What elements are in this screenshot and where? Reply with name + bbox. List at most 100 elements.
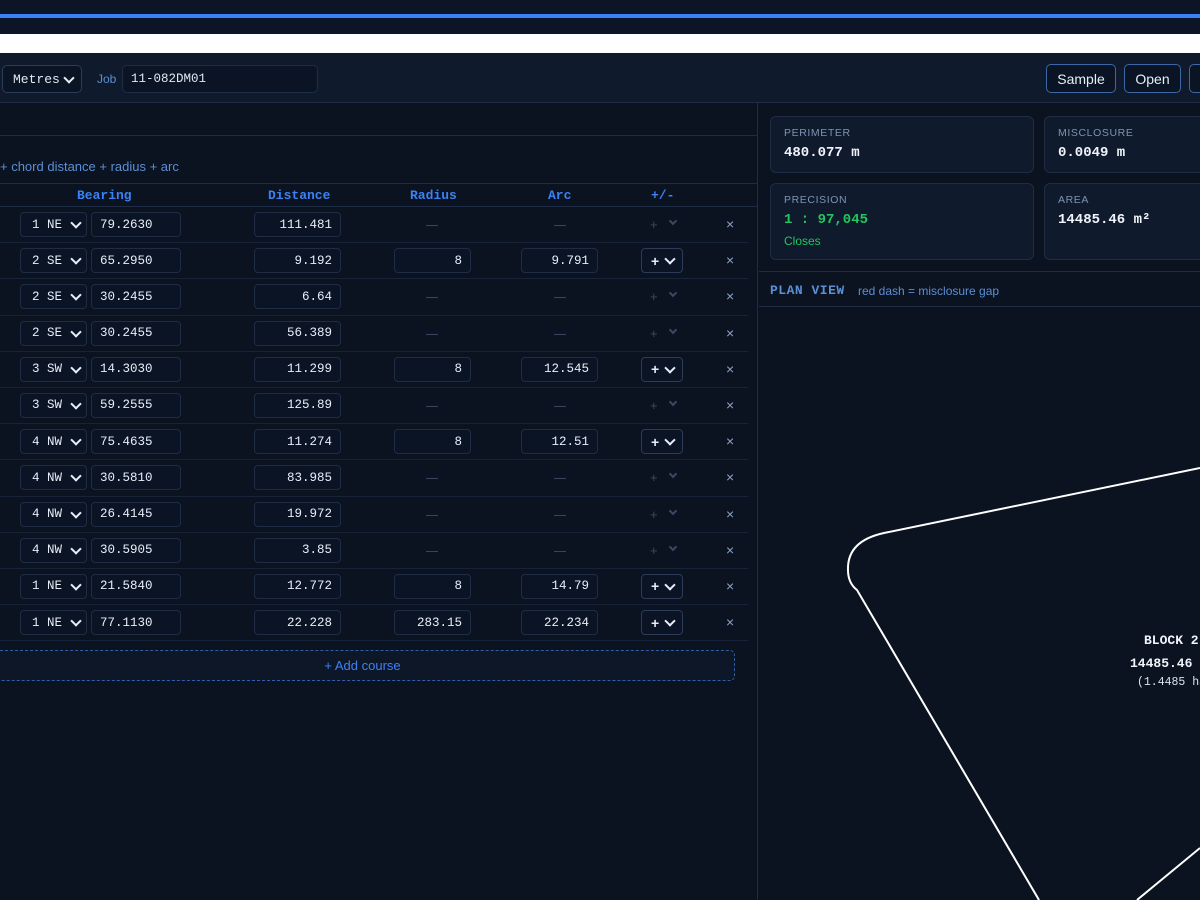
chevron-down-icon (70, 543, 82, 555)
curve-direction-select[interactable]: + (641, 248, 683, 274)
radius-empty (426, 297, 438, 299)
bearing-input[interactable]: 77.1130 (91, 610, 181, 636)
quadrant-select[interactable]: 4 NW (20, 429, 87, 455)
delete-row-button[interactable]: × (726, 506, 734, 522)
distance-input[interactable]: 6.64 (254, 284, 341, 310)
delete-row-button[interactable]: × (726, 614, 734, 630)
delete-row-button[interactable]: × (726, 325, 734, 341)
quadrant-select[interactable]: 1 NE (20, 610, 87, 636)
delete-row-button[interactable]: × (726, 433, 734, 449)
add-course-button[interactable]: + Add course (0, 650, 735, 681)
bearing-input[interactable]: 14.3030 (91, 356, 181, 382)
traverse-panel: + chord distance + radius + arc Bearing … (0, 103, 758, 900)
bearing-input[interactable]: 30.5905 (91, 537, 181, 563)
bearing-input[interactable]: 21.5840 (91, 573, 181, 599)
chevron-down-icon (70, 434, 82, 446)
distance-input[interactable]: 111.481 (254, 212, 341, 237)
chevron-down-icon (668, 325, 678, 334)
radius-input[interactable]: 8 (394, 356, 471, 382)
curve-direction-placeholder: + (650, 289, 658, 305)
distance-input[interactable]: 3.85 (254, 537, 341, 563)
chevron-down-icon (70, 362, 82, 374)
bearing-input[interactable]: 65.2950 (91, 248, 181, 274)
browser-top-bar (0, 0, 1200, 34)
quadrant-select[interactable]: 1 NE (20, 573, 87, 599)
delete-row-button[interactable]: × (726, 469, 734, 485)
chevron-down-icon (70, 615, 82, 627)
chevron-down-icon (70, 325, 82, 338)
table-row: 1 NE 21.5840 12.772 8 14.79 + × (0, 569, 748, 606)
bearing-input[interactable]: 30.2455 (91, 320, 181, 346)
bearing-input[interactable]: 26.4145 (91, 501, 181, 527)
units-select[interactable]: Metres (2, 65, 82, 93)
chevron-down-icon (70, 506, 82, 519)
delete-row-button[interactable]: × (726, 542, 734, 558)
quadrant-select[interactable]: 3 SW (20, 392, 87, 418)
radius-input[interactable]: 8 (394, 573, 471, 599)
table-row: 2 SE 65.2950 9.192 8 9.791 + × (0, 243, 748, 280)
distance-input[interactable]: 56.389 (254, 320, 341, 346)
plan-view-note: red dash = misclosure gap (858, 284, 1000, 298)
arc-input[interactable]: 12.545 (521, 356, 598, 382)
curve-direction-select[interactable]: + (641, 610, 683, 636)
sample-button[interactable]: Sample (1046, 64, 1116, 93)
distance-input[interactable]: 9.192 (254, 248, 341, 274)
curve-direction-value: + (651, 578, 660, 595)
delete-row-button[interactable]: × (726, 397, 734, 413)
chevron-down-icon (70, 398, 82, 410)
plan-view-header: PLAN VIEW red dash = misclosure gap (759, 271, 1200, 307)
toolbar: Metres Job 11-082DM01 Sample Open (0, 53, 1200, 103)
curve-direction-select[interactable]: + (641, 356, 683, 382)
chevron-down-icon (668, 397, 678, 407)
arc-input[interactable]: 9.791 (521, 248, 598, 274)
quadrant-select[interactable]: 4 NW (20, 537, 87, 563)
bearing-input[interactable]: 59.2555 (91, 392, 181, 418)
bearing-input[interactable]: 30.5810 (91, 465, 181, 491)
header-arc: Arc (548, 188, 572, 203)
delete-row-button[interactable]: × (726, 252, 734, 268)
misclosure-card: MISCLOSURE 0.0049 m (1044, 116, 1200, 173)
delete-row-button[interactable]: × (726, 578, 734, 594)
delete-row-button[interactable]: × (726, 288, 734, 304)
arc-input[interactable]: 22.234 (521, 610, 598, 636)
open-button[interactable]: Open (1124, 64, 1181, 93)
quadrant-select[interactable]: 2 SE (20, 320, 87, 346)
curve-direction-select[interactable]: + (641, 573, 683, 599)
delete-row-button[interactable]: × (726, 361, 734, 377)
distance-input[interactable]: 11.274 (254, 429, 341, 455)
curve-direction-select[interactable]: + (641, 429, 683, 455)
distance-input[interactable]: 125.89 (254, 392, 341, 418)
bearing-input[interactable]: 30.2455 (91, 284, 181, 310)
distance-input[interactable]: 22.228 (254, 610, 341, 636)
perimeter-label: PERIMETER (784, 127, 851, 139)
perimeter-card: PERIMETER 480.077 m (770, 116, 1034, 173)
quadrant-select[interactable]: 3 SW (20, 356, 87, 382)
radius-input[interactable]: 283.15 (394, 610, 471, 636)
arc-empty (554, 405, 566, 407)
bearing-input[interactable]: 79.2630 (91, 212, 181, 237)
quadrant-select[interactable]: 4 NW (20, 465, 87, 491)
toolbar-button-clipped[interactable] (1189, 64, 1200, 93)
quadrant-select[interactable]: 2 SE (20, 284, 87, 310)
distance-input[interactable]: 11.299 (254, 356, 341, 382)
arc-input[interactable]: 12.51 (521, 429, 598, 455)
plan-view-canvas[interactable]: BLOCK 2 14485.46 m² (1.4485 ha) (759, 308, 1200, 900)
radius-input[interactable]: 8 (394, 248, 471, 274)
quadrant-value: 4 NW (32, 543, 63, 558)
misclosure-label: MISCLOSURE (1058, 127, 1134, 139)
quadrant-select[interactable]: 1 NE (20, 212, 87, 237)
delete-row-button[interactable]: × (726, 216, 734, 232)
distance-input[interactable]: 83.985 (254, 465, 341, 491)
quadrant-select[interactable]: 4 NW (20, 501, 87, 527)
units-value: Metres (13, 71, 60, 87)
radius-input[interactable]: 8 (394, 429, 471, 455)
job-input[interactable]: 11-082DM01 (122, 65, 318, 93)
bearing-input[interactable]: 75.4635 (91, 429, 181, 455)
curve-direction-disabled: + (650, 325, 678, 341)
distance-input[interactable]: 19.972 (254, 501, 341, 527)
chevron-down-icon (70, 470, 82, 482)
distance-input[interactable]: 12.772 (254, 573, 341, 599)
table-row: 4 NW 26.4145 19.972 + × (0, 497, 748, 533)
quadrant-select[interactable]: 2 SE (20, 248, 87, 274)
arc-input[interactable]: 14.79 (521, 573, 598, 599)
